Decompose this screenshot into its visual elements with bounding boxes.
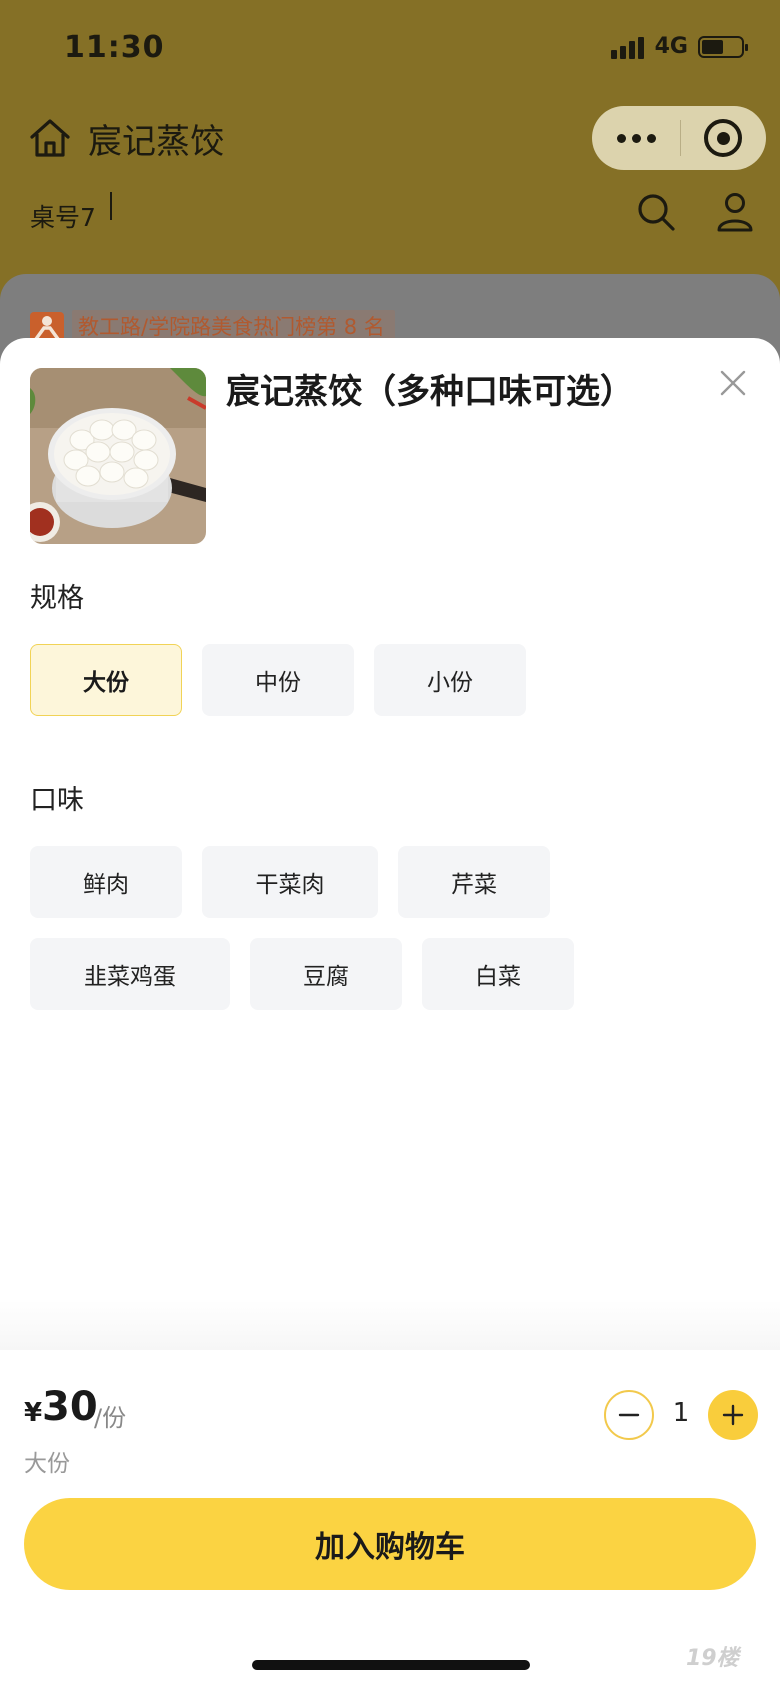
plus-icon [722,1404,744,1426]
battery-icon [698,35,748,58]
product-options-sheet: 宸记蒸饺（多种口味可选） 规格 大份 中份 小份 口味 鲜肉 干菜肉 芹菜 韭菜… [0,338,780,1688]
taste-section-label: 口味 [30,785,84,816]
increase-quantity-button[interactable] [708,1390,758,1440]
mini-program-header: 11:30 4G 宸记蒸饺 桌号7 [0,0,780,320]
text-caret [110,192,112,220]
taste-option-cabbage[interactable]: 白菜 [422,938,574,1010]
taste-option-fresh-meat[interactable]: 鲜肉 [30,846,182,918]
more-icon[interactable] [592,133,680,143]
signal-icon [610,35,645,59]
spec-option-medium[interactable]: 中份 [202,644,354,716]
price-value: 30 [42,1384,98,1430]
product-image [30,368,206,544]
network-type: 4G [654,34,688,59]
home-indicator [252,1660,530,1670]
close-icon[interactable] [718,368,748,398]
mini-program-capsule [592,106,766,170]
taste-option-celery[interactable]: 芹菜 [398,846,550,918]
user-icon[interactable] [716,192,754,232]
footer-divider [0,1300,780,1350]
minus-icon [618,1413,640,1417]
status-time: 11:30 [64,30,165,65]
spec-option-small[interactable]: 小份 [374,644,526,716]
price-currency: ¥ [24,1398,43,1428]
price-unit: /份 [94,1404,127,1432]
search-icon[interactable] [636,192,676,232]
taste-option-dried-veg-meat[interactable]: 干菜肉 [202,846,378,918]
home-icon[interactable] [28,116,72,160]
decrease-quantity-button[interactable] [604,1390,654,1440]
status-indicators: 4G [610,34,748,59]
selected-spec-summary: 大份 [24,1451,70,1477]
product-name: 宸记蒸饺（多种口味可选） [226,372,634,412]
table-number: 桌号7 [30,203,96,232]
watermark-logo: 19楼 [686,1646,739,1671]
spec-option-large[interactable]: 大份 [30,644,182,716]
taste-option-tofu[interactable]: 豆腐 [250,938,402,1010]
quantity-value: 1 [672,1398,690,1428]
spec-section-label: 规格 [30,583,84,614]
add-to-cart-button[interactable]: 加入购物车 [24,1498,756,1590]
close-mini-program-icon[interactable] [681,119,765,157]
store-title: 宸记蒸饺 [88,122,224,162]
taste-option-chive-egg[interactable]: 韭菜鸡蛋 [30,938,230,1010]
